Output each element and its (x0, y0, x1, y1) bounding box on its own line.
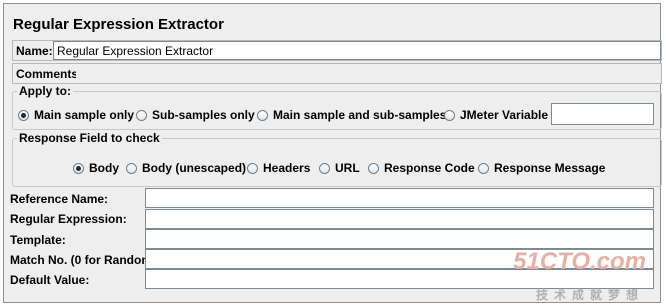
radio-label: URL (335, 161, 360, 175)
radio-label: Response Code (384, 161, 475, 175)
radio-headers[interactable]: Headers (247, 161, 310, 175)
reference-name-label: Reference Name: (10, 192, 109, 206)
radio-url[interactable]: URL (319, 161, 360, 175)
radio-icon (319, 162, 330, 174)
jmeter-variable-input[interactable] (551, 103, 654, 125)
default-value-label: Default Value: (10, 273, 90, 287)
name-input[interactable]: Regular Expression Extractor (53, 41, 661, 60)
radio-icon (257, 109, 268, 121)
radio-label: Response Message (494, 161, 606, 175)
radio-label: Main sample and sub-samples (273, 108, 447, 122)
response-field-legend: Response Field to check (19, 131, 160, 145)
radio-body[interactable]: Body (73, 161, 119, 175)
radio-response-message[interactable]: Response Message (478, 161, 605, 175)
radio-selected-icon (18, 109, 29, 121)
radio-icon (126, 162, 137, 174)
radio-icon (136, 109, 147, 121)
radio-icon (247, 162, 258, 174)
radio-label: Body (89, 161, 119, 175)
comments-input[interactable] (76, 64, 661, 83)
radio-main-sample-only[interactable]: Main sample only (18, 108, 134, 122)
template-input[interactable] (145, 229, 654, 249)
radio-sub-samples-only[interactable]: Sub-samples only (136, 108, 255, 122)
watermark-slogan: 技术成就梦想 (535, 288, 644, 302)
watermark-logo: 51CTO.com (513, 248, 646, 275)
radio-selected-icon (73, 162, 84, 174)
name-label: Name: (16, 44, 53, 58)
radio-label: Sub-samples only (152, 108, 255, 122)
radio-label: JMeter Variable (460, 108, 549, 122)
radio-label: Main sample only (34, 108, 135, 122)
apply-to-legend: Apply to: (19, 84, 71, 98)
panel-title: Regular Expression Extractor (13, 16, 224, 33)
radio-label: Body (unescaped) (142, 161, 247, 175)
radio-label: Headers (263, 161, 311, 175)
match-no-label: Match No. (0 for Random): (10, 253, 160, 267)
reference-name-input[interactable] (145, 188, 654, 208)
radio-response-code[interactable]: Response Code (368, 161, 475, 175)
radio-icon (368, 162, 379, 174)
comments-label: Comments: (16, 67, 83, 81)
radio-body-unescaped[interactable]: Body (unescaped) (126, 161, 246, 175)
template-label: Template: (10, 233, 66, 247)
radio-icon (444, 109, 455, 121)
radio-jmeter-variable[interactable]: JMeter Variable (444, 108, 548, 122)
comments-row: Comments: (12, 63, 662, 84)
radio-main-and-sub-samples[interactable]: Main sample and sub-samples (257, 108, 446, 122)
extractor-panel: Regular Expression Extractor Name: Regul… (3, 3, 662, 303)
regular-expression-input[interactable] (145, 209, 654, 229)
response-field-group: Response Field to check (12, 131, 662, 187)
radio-icon (478, 162, 489, 174)
regular-expression-label: Regular Expression: (10, 212, 127, 226)
name-row: Name: Regular Expression Extractor (12, 40, 662, 61)
